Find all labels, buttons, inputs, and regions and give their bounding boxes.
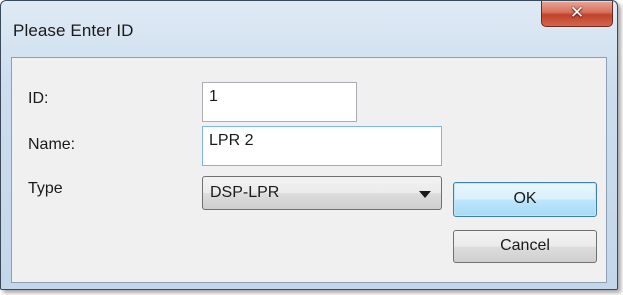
name-label: Name: (28, 136, 76, 153)
chevron-down-icon (419, 191, 431, 198)
cancel-button[interactable]: Cancel (453, 230, 597, 263)
id-label: ID: (28, 90, 49, 107)
screenshot-stage: Please Enter ID ✕ ID: 1 Name: LPR 2 Type… (0, 0, 623, 295)
title-bar[interactable]: Please Enter ID (1, 1, 617, 40)
type-dropdown[interactable]: DSP-LPR (202, 176, 442, 210)
ok-button[interactable]: OK (453, 182, 597, 217)
dialog-client-area: ID: 1 Name: LPR 2 Type DSP-LPR OK Cancel (11, 57, 607, 283)
close-icon: ✕ (569, 3, 585, 23)
id-field-value: 1 (209, 88, 218, 105)
dialog-title: Please Enter ID (13, 21, 134, 40)
id-field[interactable]: 1 (202, 82, 357, 122)
dialog-window: Please Enter ID ✕ ID: 1 Name: LPR 2 Type… (0, 0, 618, 290)
type-label: Type (28, 180, 63, 197)
ok-button-label: OK (513, 190, 537, 207)
close-button[interactable]: ✕ (541, 1, 613, 27)
cancel-button-label: Cancel (500, 237, 550, 254)
type-dropdown-value: DSP-LPR (210, 184, 280, 201)
name-field[interactable]: LPR 2 (202, 126, 442, 166)
name-field-value: LPR 2 (209, 132, 254, 149)
